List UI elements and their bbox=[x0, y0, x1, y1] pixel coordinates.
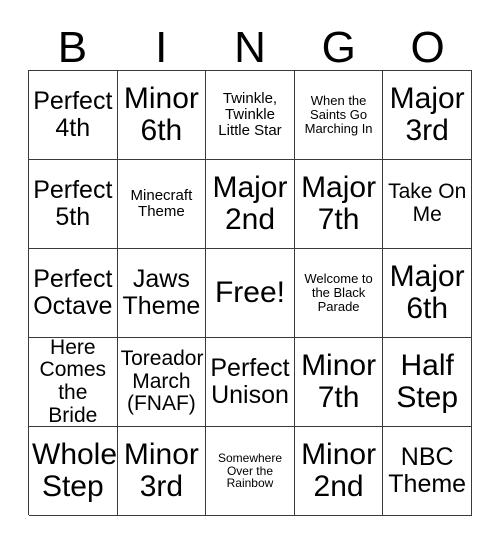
bingo-cell-label: Take On Me bbox=[388, 180, 467, 226]
bingo-cell[interactable]: Here Comes the Bride bbox=[29, 338, 118, 427]
bingo-header-letter-i: I bbox=[155, 23, 168, 72]
bingo-cell[interactable]: Minor 2nd bbox=[294, 427, 384, 516]
bingo-cell-label: Minor 3rd bbox=[123, 437, 199, 503]
bingo-cell[interactable]: Perfect 5th bbox=[29, 160, 118, 249]
bingo-cell-label: Minor 6th bbox=[123, 81, 199, 147]
bingo-cell-label: Free! bbox=[214, 275, 285, 309]
bingo-cell[interactable]: Welcome to the Black Parade bbox=[294, 249, 384, 338]
bingo-cell-label: Somewhere Over the Rainbow bbox=[217, 450, 282, 491]
bingo-cell-label: NBC Theme bbox=[388, 443, 467, 498]
bingo-header: B I N G O bbox=[28, 18, 472, 70]
bingo-cell[interactable]: Half Step bbox=[383, 338, 472, 427]
bingo-cell[interactable]: Twinkle, Twinkle Little Star bbox=[206, 71, 295, 160]
bingo-cell[interactable]: Major 6th bbox=[383, 249, 472, 338]
bingo-cell-label: Whole Step bbox=[32, 437, 118, 503]
bingo-cell[interactable]: Jaws Theme bbox=[117, 249, 207, 338]
bingo-cell-label: Jaws Theme bbox=[122, 265, 201, 320]
bingo-cell-label: Welcome to the Black Parade bbox=[304, 270, 373, 315]
bingo-row: Whole Step Minor 3rd Somewhere Over the … bbox=[29, 427, 472, 516]
bingo-card: B I N G O Perfect 4th Minor 6th Twinkle,… bbox=[0, 0, 500, 544]
bingo-row: Perfect Octave Jaws Theme Free! Welcome … bbox=[29, 249, 472, 338]
bingo-cell-label: Minor 2nd bbox=[301, 437, 377, 503]
bingo-cell[interactable]: Take On Me bbox=[383, 160, 472, 249]
bingo-cell[interactable]: NBC Theme bbox=[383, 427, 472, 516]
bingo-cell[interactable]: Minecraft Theme bbox=[117, 160, 207, 249]
bingo-row: Perfect 5th Minecraft Theme Major 2nd Ma… bbox=[29, 160, 472, 249]
bingo-cell-label: When the Saints Go Marching In bbox=[304, 92, 373, 137]
bingo-cell[interactable]: Major 3rd bbox=[383, 71, 472, 160]
bingo-cell-label: Twinkle, Twinkle Little Star bbox=[218, 89, 282, 140]
bingo-cell[interactable]: Perfect Octave bbox=[29, 249, 118, 338]
bingo-cell[interactable]: Somewhere Over the Rainbow bbox=[206, 427, 295, 516]
bingo-header-letter-o: O bbox=[410, 23, 445, 72]
bingo-cell[interactable]: Whole Step bbox=[29, 427, 118, 516]
bingo-cell-free[interactable]: Free! bbox=[206, 249, 295, 338]
bingo-cell[interactable]: Perfect Unison bbox=[206, 338, 295, 427]
bingo-cell-label: Perfect Octave bbox=[33, 265, 113, 320]
bingo-cell-label: Minecraft Theme bbox=[130, 186, 193, 220]
bingo-cell-label: Major 2nd bbox=[212, 170, 288, 236]
bingo-cell[interactable]: Minor 3rd bbox=[117, 427, 207, 516]
bingo-cell[interactable]: Minor 7th bbox=[294, 338, 384, 427]
bingo-cell[interactable]: Minor 6th bbox=[117, 71, 207, 160]
bingo-row: Perfect 4th Minor 6th Twinkle, Twinkle L… bbox=[29, 71, 472, 160]
bingo-cell-label: Toreador March (FNAF) bbox=[120, 346, 204, 416]
bingo-cell-label: Half Step bbox=[396, 348, 459, 414]
bingo-cell[interactable]: When the Saints Go Marching In bbox=[294, 71, 384, 160]
bingo-cell-label: Minor 7th bbox=[301, 348, 377, 414]
bingo-cell-label: Perfect 5th bbox=[33, 176, 113, 231]
bingo-grid: Perfect 4th Minor 6th Twinkle, Twinkle L… bbox=[28, 70, 472, 516]
bingo-header-letter-b: B bbox=[57, 23, 88, 72]
bingo-cell-label: Perfect 4th bbox=[33, 87, 113, 142]
bingo-cell-label: Here Comes the Bride bbox=[39, 338, 107, 427]
bingo-cell-label: Major 7th bbox=[301, 170, 377, 236]
bingo-header-letter-g: G bbox=[321, 23, 356, 72]
bingo-cell-label: Perfect Unison bbox=[210, 354, 290, 409]
bingo-cell[interactable]: Toreador March (FNAF) bbox=[117, 338, 207, 427]
bingo-header-letter-n: N bbox=[234, 23, 266, 72]
bingo-cell-label: Major 6th bbox=[389, 259, 465, 325]
bingo-cell[interactable]: Major 2nd bbox=[206, 160, 295, 249]
bingo-cell-label: Major 3rd bbox=[389, 81, 465, 147]
bingo-cell[interactable]: Perfect 4th bbox=[29, 71, 118, 160]
bingo-row: Here Comes the Bride Toreador March (FNA… bbox=[29, 338, 472, 427]
bingo-cell[interactable]: Major 7th bbox=[294, 160, 384, 249]
